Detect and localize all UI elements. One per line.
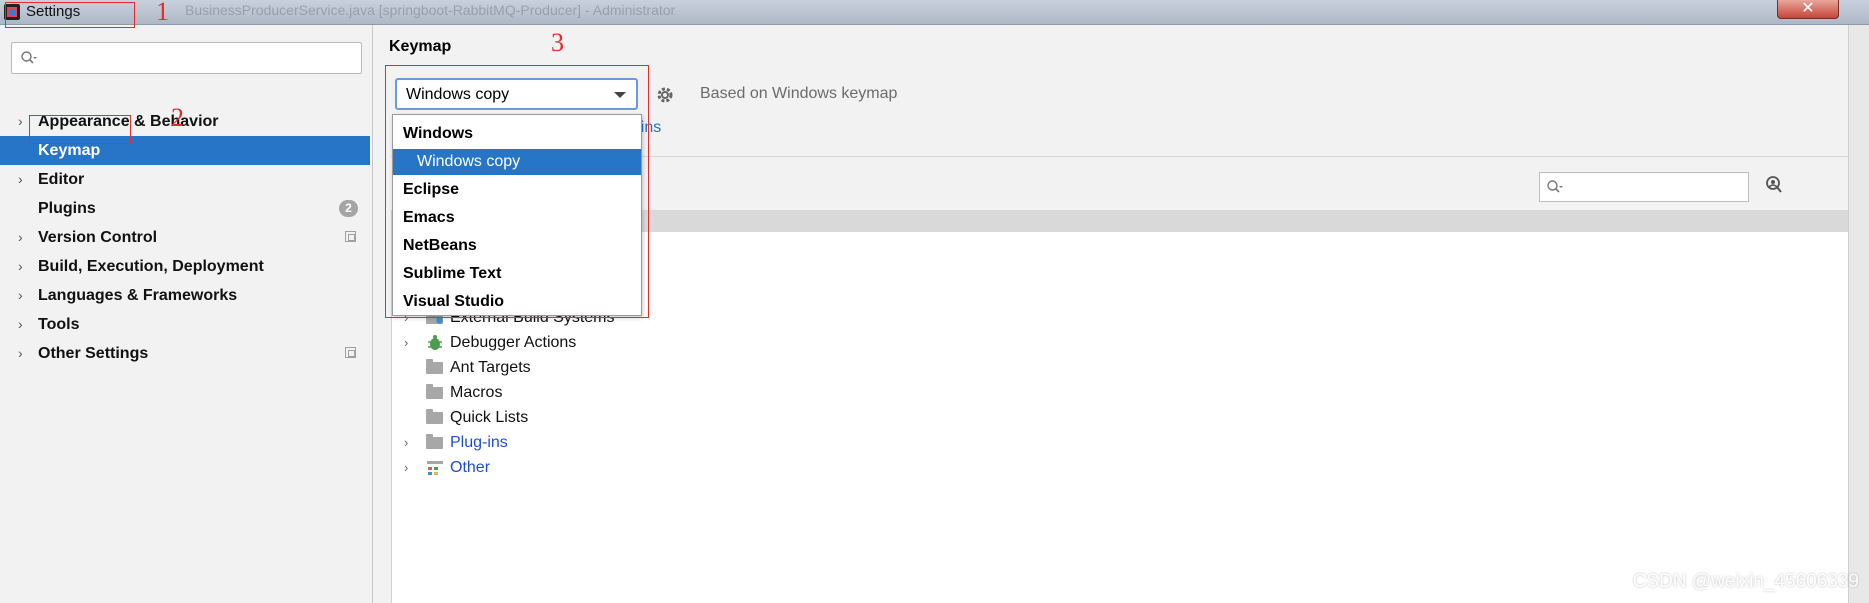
search-icon <box>1547 180 1563 193</box>
project-level-icon <box>345 231 356 242</box>
sidebar-item[interactable]: › Tools <box>0 310 370 339</box>
tree-row-label: Ant Targets <box>450 359 531 376</box>
chevron-right-icon[interactable]: › <box>18 310 23 339</box>
tree-row-label: Other <box>450 459 491 476</box>
chevron-right-icon[interactable]: › <box>18 252 23 281</box>
annotation-box-2 <box>29 115 131 144</box>
chevron-right-icon[interactable]: › <box>18 165 23 194</box>
annotation-box-1 <box>5 2 135 28</box>
sidebar-item[interactable]: › Build, Execution, Deployment <box>0 252 370 281</box>
find-by-shortcut-icon[interactable] <box>1763 175 1785 195</box>
search-icon <box>21 51 37 64</box>
page-title: Keymap <box>389 38 452 55</box>
folder-icon <box>426 409 444 425</box>
chevron-right-icon[interactable]: › <box>18 339 23 368</box>
sidebar-item[interactable]: › Languages & Frameworks <box>0 281 370 310</box>
project-level-icon <box>345 347 356 358</box>
sidebar-item-label: Other Settings <box>38 345 149 362</box>
other-icon <box>426 459 444 475</box>
annotation-number-1: 1 <box>156 0 169 26</box>
annotation-number-2: 2 <box>171 103 184 132</box>
chevron-right-icon[interactable]: › <box>404 430 408 455</box>
chevron-right-icon[interactable]: › <box>404 330 408 355</box>
action-search-input[interactable] <box>1539 172 1749 202</box>
ant-folder-icon <box>426 359 444 375</box>
chevron-right-icon[interactable]: › <box>18 281 23 310</box>
count-badge: 2 <box>339 200 358 217</box>
chevron-right-icon[interactable]: › <box>18 223 23 252</box>
folder-icon <box>426 384 444 400</box>
chevron-right-icon[interactable]: › <box>404 455 408 480</box>
annotation-number-3: 3 <box>551 28 564 57</box>
sidebar-item-label: Version Control <box>38 229 158 246</box>
sidebar-item-label: Plugins <box>38 200 96 217</box>
background-window-title: BusinessProducerService.java [springboot… <box>185 2 676 18</box>
bug-icon <box>426 334 444 350</box>
settings-search-input[interactable] <box>11 42 362 74</box>
sidebar-item-label: Tools <box>38 316 80 333</box>
annotation-box-3 <box>385 65 649 318</box>
based-on-label: Based on Windows keymap <box>700 85 898 102</box>
sidebar-item[interactable]: Plugins 2 <box>0 194 370 223</box>
tree-row-label: Plug-ins <box>450 434 508 451</box>
settings-sidebar: › Appearance & Behavior Keymap › Editor Plugi… <box>0 25 373 603</box>
vertical-scrollbar[interactable] <box>1848 25 1869 603</box>
sidebar-item[interactable]: › Editor <box>0 165 370 194</box>
tree-row-label: Debugger Actions <box>450 334 577 351</box>
sidebar-item-label: Languages & Frameworks <box>38 287 238 304</box>
tree-row-label: Quick Lists <box>450 409 529 426</box>
tree-row-label: Macros <box>450 384 503 401</box>
sidebar-item[interactable]: › Other Settings <box>0 339 370 368</box>
title-bar: Settings BusinessProducerService.java [s… <box>0 0 1869 25</box>
watermark: CSDN @weixin_45606339 <box>1632 571 1859 592</box>
close-button[interactable]: ✕ <box>1777 0 1839 19</box>
folder-icon <box>426 434 444 450</box>
sidebar-item[interactable]: › Version Control <box>0 223 370 252</box>
gear-icon[interactable] <box>655 85 675 105</box>
sidebar-item-label: Editor <box>38 171 85 188</box>
chevron-right-icon[interactable]: › <box>18 107 23 136</box>
sidebar-item-label: Build, Execution, Deployment <box>38 258 264 275</box>
